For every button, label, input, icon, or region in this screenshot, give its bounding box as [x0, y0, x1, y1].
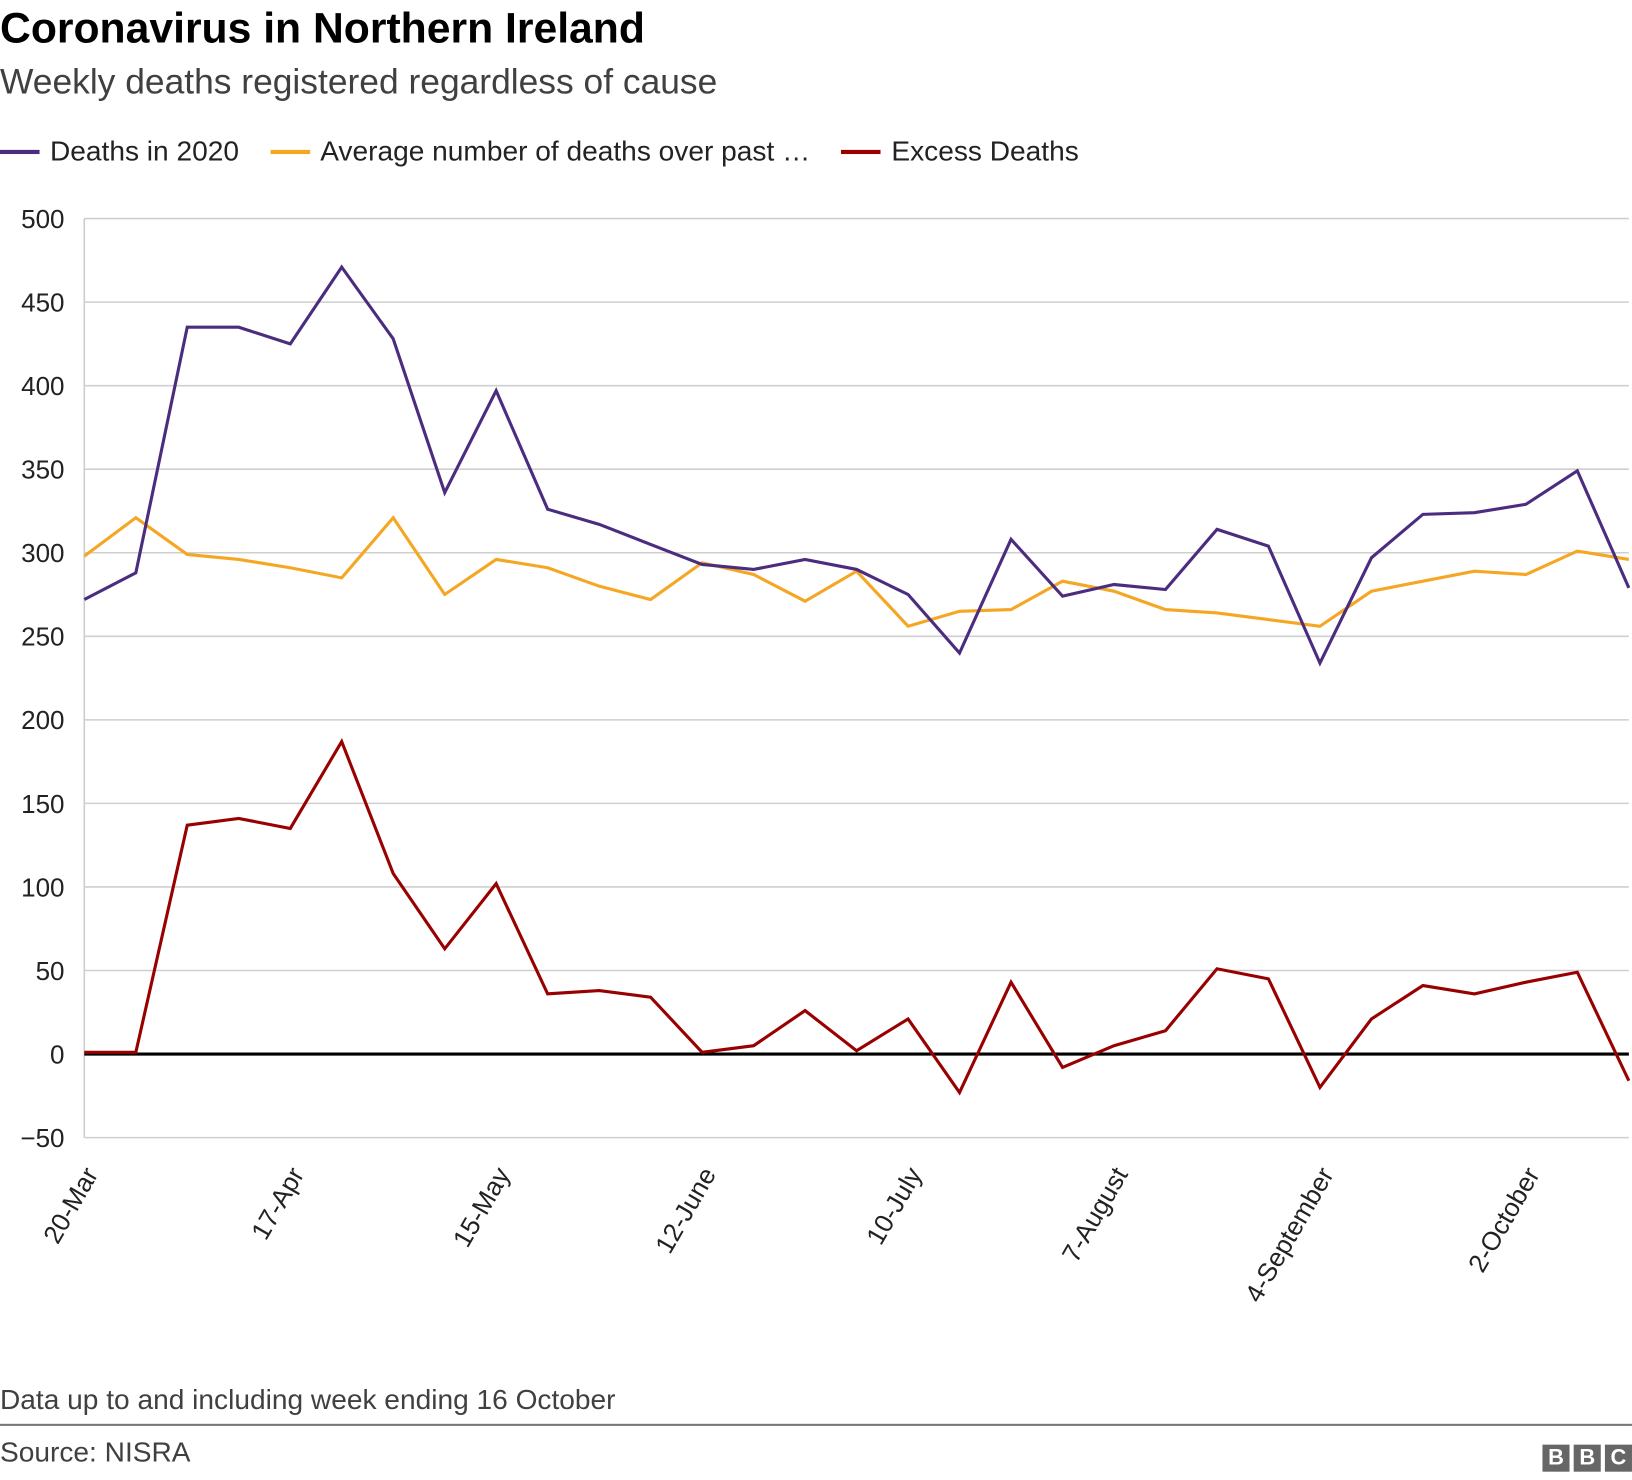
- x-tick-label: 15-May: [447, 1162, 516, 1252]
- y-tick-label: 50: [36, 956, 65, 986]
- footnote: Data up to and including week ending 16 …: [0, 1384, 616, 1416]
- y-tick-label: 0: [50, 1039, 64, 1069]
- y-tick-label: 500: [21, 204, 64, 234]
- y-tick-label: 200: [21, 705, 64, 735]
- y-tick-label: 150: [21, 789, 64, 819]
- source-text: Source: NISRA: [0, 1436, 191, 1468]
- line-chart: 500450400350300250200150100500−5020-Mar 1…: [20, 204, 1631, 1307]
- x-tick-label: 12-June: [649, 1162, 722, 1258]
- y-tick-label: 250: [21, 622, 64, 652]
- chart-container: Coronavirus in Northern Ireland Weekly d…: [0, 0, 1632, 1480]
- y-tick-label: 100: [21, 872, 64, 902]
- series-line-excess-deaths: [84, 738, 1631, 1096]
- bbc-logo: BBC: [1542, 1444, 1632, 1472]
- y-tick-label: 450: [21, 287, 64, 317]
- x-tick-label: 7-August: [1056, 1161, 1134, 1267]
- series-line-average-number-of-deaths-over-past: [83, 515, 1630, 629]
- x-tick-label: 20-Mar: [37, 1162, 104, 1249]
- x-tick-label: 17-Apr: [245, 1162, 310, 1245]
- y-tick-label: −50: [20, 1123, 64, 1153]
- footer-divider: [0, 1423, 1632, 1426]
- x-tick-label: 4-September: [1239, 1162, 1340, 1307]
- y-tick-label: 300: [21, 538, 64, 568]
- x-tick-label: 10-July: [860, 1162, 928, 1250]
- x-tick-label: 2-October: [1462, 1162, 1546, 1277]
- series-line-deaths-in-2020: [83, 264, 1631, 667]
- y-tick-label: 350: [21, 455, 64, 485]
- y-tick-label: 400: [21, 371, 64, 401]
